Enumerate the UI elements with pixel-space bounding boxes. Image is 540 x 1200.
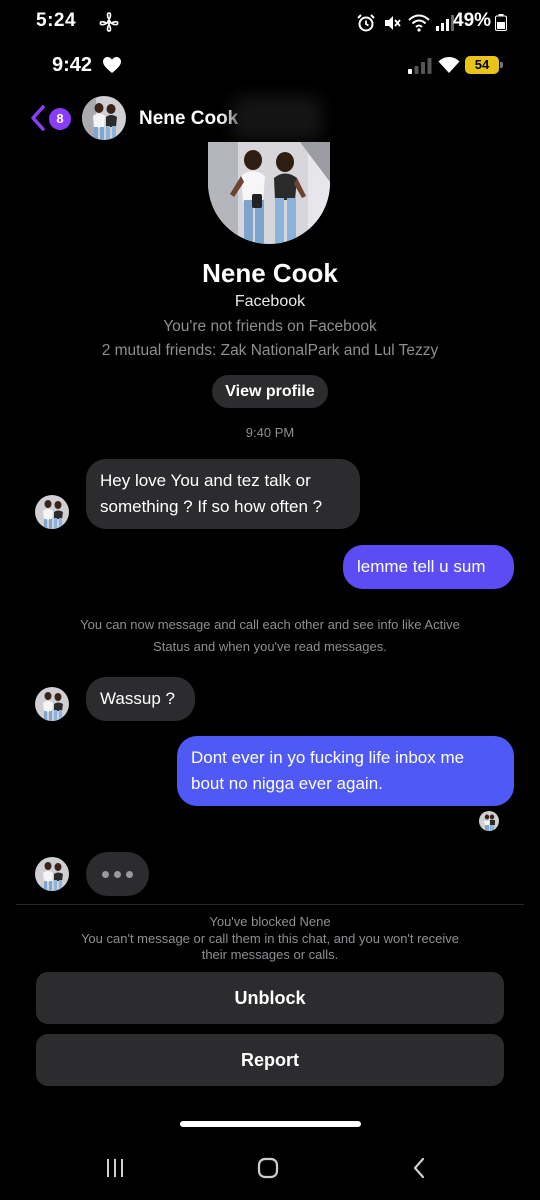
divider [16, 904, 524, 905]
notice-line: Status and when you've read messages. [153, 639, 387, 654]
nav-back-icon[interactable] [412, 1157, 426, 1179]
message-line: Hey love You and tez talk or [100, 471, 311, 490]
blocked-description-line: their messages or calls. [201, 947, 339, 962]
message-timestamp: 9:40 PM [245, 425, 295, 440]
fan-icon [99, 12, 119, 32]
inner-battery: 54 [465, 56, 503, 74]
battery-icon [495, 14, 507, 31]
system-notice: You can now message and call each other … [40, 614, 500, 658]
sender-avatar[interactable] [35, 687, 69, 721]
report-button[interactable]: Report [36, 1034, 504, 1086]
sender-avatar[interactable] [35, 857, 69, 891]
home-icon[interactable] [257, 1157, 279, 1179]
message-line: bout no nigga ever again. [191, 774, 383, 793]
system-status-icons [356, 12, 454, 34]
unread-count-badge[interactable]: 8 [49, 108, 71, 130]
system-battery-percent: 49% [453, 10, 492, 31]
mute-icon [385, 16, 401, 30]
redacted-area [232, 96, 322, 140]
wifi-icon [408, 14, 430, 32]
incoming-message[interactable]: Wassup ? [86, 677, 195, 721]
system-time: 5:24 [36, 10, 77, 31]
view-profile-button[interactable]: View profile [212, 375, 328, 408]
sender-avatar[interactable] [35, 495, 69, 529]
friend-status: You're not friends on Facebook [163, 318, 377, 335]
blocked-description: You can't message or call them in this c… [50, 931, 490, 963]
outgoing-message[interactable]: lemme tell u sum [343, 545, 514, 589]
outgoing-message[interactable]: Dont ever in yo fucking life inbox me bo… [177, 736, 514, 806]
profile-platform: Facebook [234, 293, 306, 310]
incoming-message[interactable]: Hey love You and tez talk or something ?… [86, 459, 360, 529]
message-line: Dont ever in yo fucking life inbox me [191, 748, 465, 767]
profile-name: Nene Cook [202, 258, 338, 288]
home-indicator[interactable] [180, 1121, 361, 1127]
heart-icon [103, 57, 121, 73]
typing-dot [126, 870, 133, 878]
unblock-button[interactable]: Unblock [36, 972, 504, 1024]
signal-bars-icon [408, 58, 432, 74]
header-contact-name[interactable]: Nene Cook [139, 108, 238, 130]
header-avatar[interactable] [82, 96, 126, 140]
typing-dot [114, 870, 121, 878]
blocked-description-line: You can't message or call them in this c… [80, 931, 460, 946]
message-line: something ? If so how often ? [100, 497, 323, 516]
ios-wifi-icon [438, 57, 460, 73]
cell-signal-icon [436, 15, 454, 31]
inner-time: 9:42 [52, 54, 93, 76]
blocked-title: You've blocked Nene [209, 914, 331, 929]
typing-indicator [86, 852, 149, 896]
mutual-friends: 2 mutual friends: Zak NationalPark and L… [101, 342, 439, 359]
typing-dot [102, 870, 109, 878]
read-receipt-avatar [479, 811, 499, 831]
back-chevron-icon[interactable] [30, 104, 46, 132]
recent-apps-icon[interactable] [104, 1157, 126, 1179]
profile-avatar[interactable] [208, 142, 330, 244]
notice-line: You can now message and call each other … [80, 617, 460, 632]
alarm-icon [357, 14, 375, 32]
